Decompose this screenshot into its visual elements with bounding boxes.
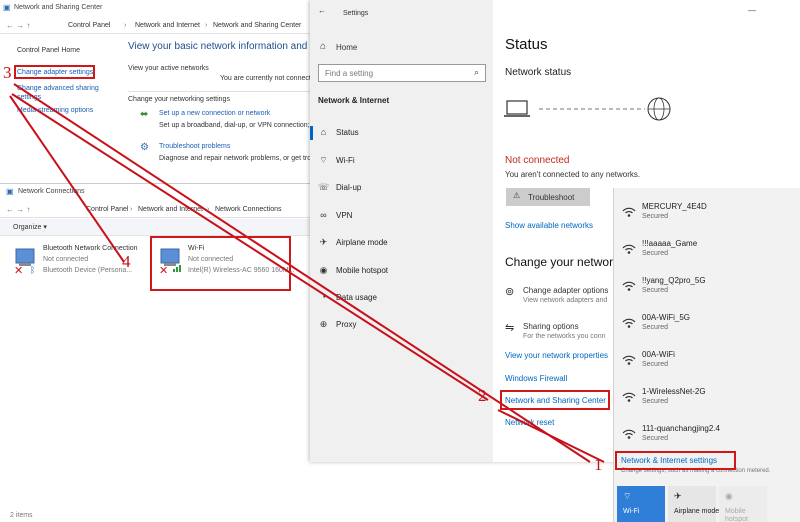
step-number-1: 1 bbox=[594, 455, 603, 474]
step-number-4: 4 bbox=[122, 252, 131, 271]
highlight-network-internet-settings bbox=[615, 451, 736, 470]
annotation-arrows bbox=[9, 83, 605, 463]
highlight-network-sharing-center bbox=[500, 390, 610, 410]
highlight-wifi-adapter bbox=[150, 236, 291, 291]
highlight-change-adapter-settings bbox=[14, 65, 95, 79]
arrow-line bbox=[497, 409, 605, 463]
step-number-3: 3 bbox=[3, 63, 12, 82]
arrow-line bbox=[9, 95, 125, 263]
step-number-2: 2 bbox=[478, 386, 487, 405]
